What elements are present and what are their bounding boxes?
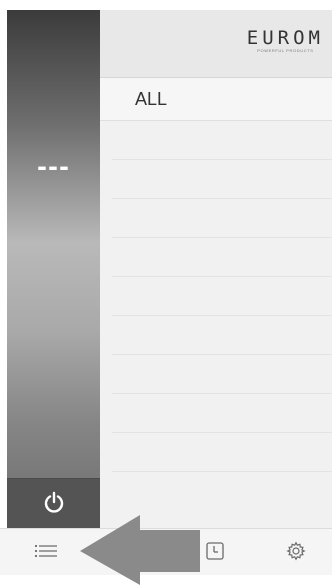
- app-screen: --- EURОM POWERFUL PRODUCTS ALL: [0, 0, 332, 585]
- power-icon: [43, 491, 65, 518]
- temperature-display: ---: [37, 153, 70, 181]
- list-item: [112, 394, 332, 433]
- list-item: [112, 355, 332, 394]
- bottom-toolbar: [0, 528, 332, 576]
- list-item: [112, 238, 332, 277]
- menu-button[interactable]: [34, 541, 58, 565]
- settings-button[interactable]: [284, 541, 308, 565]
- device-control-panel: ---: [7, 10, 100, 529]
- device-list: ALL: [100, 78, 332, 472]
- brand-tagline: POWERFUL PRODUCTS: [257, 48, 314, 53]
- list-item: [112, 433, 332, 472]
- timer-button[interactable]: [203, 541, 227, 565]
- list-item: [112, 121, 332, 160]
- menu-list-icon: [34, 543, 58, 564]
- brand-logo: EURОM POWERFUL PRODUCTS: [247, 28, 324, 54]
- main-content: EURОM POWERFUL PRODUCTS ALL: [100, 10, 332, 528]
- list-item: [112, 160, 332, 199]
- list-item: [112, 316, 332, 355]
- group-all[interactable]: ALL: [100, 78, 332, 121]
- clock-icon: [205, 541, 225, 566]
- brand-name: EURОM: [246, 27, 324, 49]
- header: EURОM POWERFUL PRODUCTS: [100, 10, 332, 78]
- gear-icon: [286, 541, 306, 566]
- list-item: [112, 277, 332, 316]
- power-button[interactable]: [7, 478, 100, 529]
- list-item: [112, 199, 332, 238]
- bottom-edge: [0, 575, 332, 585]
